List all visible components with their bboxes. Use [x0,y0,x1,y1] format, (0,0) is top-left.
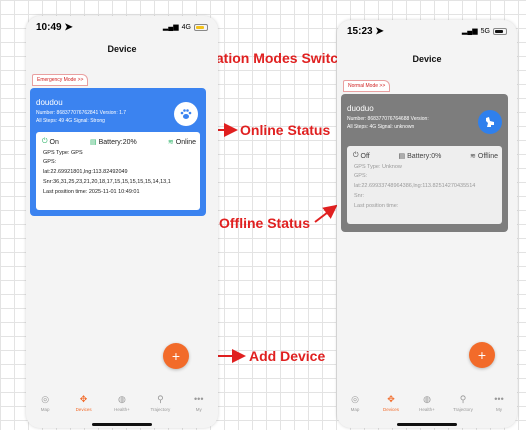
phone-screen-online: 10:49 ➤ ▂▄▆ 4G Device Emergency Mode >> … [26,16,218,428]
status-indicators: ▂▄▆ 5G [462,27,507,35]
tab-my[interactable]: ••• My [184,394,214,412]
device-name: duoduo [347,104,374,113]
map-pin-icon: ◎ [41,394,50,404]
signal-icon: ▂▄▆ [162,24,179,31]
tab-bar: ◎ Map ✥ Devices ◍ Health+ ⚲ Trajectory •… [26,394,218,420]
page-title: Device [107,44,137,54]
device-card-online[interactable]: doudou Number: 868377076762841 Version: … [30,88,206,216]
emergency-mode-switch[interactable]: Emergency Mode >> [32,74,89,86]
paw-icon: ✥ [387,394,395,404]
location-arrow-icon: ➤ [375,25,384,37]
tab-health[interactable]: ◍ Health+ [412,394,442,412]
device-steps-signal: All Steps: 4G Signal: unknown [347,124,415,130]
tab-map[interactable]: ◎ Map [340,394,370,412]
map-pin-icon: ◎ [351,394,359,404]
location-arrow-icon: ➤ [64,21,73,33]
device-avatar [478,110,502,134]
status-line: ⏻ On ▤ Battery:20% ≋ Online [42,138,196,146]
paw-icon [180,109,192,119]
status-bar: 10:49 ➤ ▂▄▆ 4G [26,16,218,38]
gps-coordinates: lat:22.69921801,lng:113.82492049 [43,169,128,175]
battery-icon [493,27,507,35]
status-time: 10:49 ➤ [36,21,73,33]
last-position-time: Last position time: 2025-11-01 10:49:01 [43,189,140,195]
gps-coordinates: lat:22.69933748964386,lng:113.8251427043… [354,183,476,189]
more-icon: ••• [194,394,204,404]
tab-map[interactable]: ◎ Map [30,394,60,412]
trajectory-icon: ⚲ [157,394,164,404]
tab-trajectory[interactable]: ⚲ Trajectory [448,394,478,412]
connection-status: ≋ Online [167,138,196,147]
wifi-icon: ≋ [470,153,476,160]
status-bar: 15:23 ➤ ▂▄▆ 5G [337,20,517,42]
device-number-version: Number: 868377076762841 Version: 1.7 [36,110,127,116]
add-device-button[interactable]: + [469,342,495,368]
tab-devices[interactable]: ✥ Devices [376,394,406,412]
device-steps-signal: All Steps: 49 4G Signal: Strong [36,118,105,124]
device-number-version: Number: 868377076764688 Version: [347,116,429,122]
health-icon: ◍ [118,394,126,404]
signal-icon: ▂▄▆ [461,28,478,35]
network-label: 5G [480,27,490,35]
online-status-annotation: Online Status [240,122,331,138]
offline-status-box: ⏻ Off ▤ Battery:0% ≋ Offline GPS Type: Unkn… [347,146,502,224]
normal-mode-switch[interactable]: Normal Mode >> [343,80,391,92]
more-icon: ••• [494,394,504,404]
tab-health[interactable]: ◍ Health+ [107,394,137,412]
tab-my[interactable]: ••• My [484,394,514,412]
status-line: ⏻ Off ▤ Battery:0% ≋ Offline [353,152,498,160]
status-indicators: ▂▄▆ 4G [163,23,208,31]
battery-level-icon: ▤ [398,153,406,160]
paw-icon: ✥ [79,394,88,404]
network-label: 4G [181,23,191,31]
home-indicator [397,423,457,426]
tab-trajectory[interactable]: ⚲ Trajectory [145,394,175,412]
phone-screen-offline: 15:23 ➤ ▂▄▆ 5G Device Normal Mode >> duo… [337,20,517,428]
page-title: Device [412,54,442,64]
wifi-icon: ≋ [167,139,174,146]
home-indicator [92,423,152,426]
gps-type: GPS Type: Unknow [354,164,402,170]
power-status: ⏻ On [42,138,59,146]
add-device-annotation: Add Device [249,348,326,364]
trajectory-icon: ⚲ [459,394,467,404]
gps-type: GPS Type: GPS [43,150,83,156]
battery-level-icon: ▤ [90,139,97,146]
gps-label: GPS: [43,159,57,165]
add-device-button[interactable]: + [163,343,189,369]
power-icon: ⏻ [42,138,48,145]
tab-bar: ◎ Map ✥ Devices ◍ Health+ ⚲ Trajectory •… [337,394,517,420]
status-time: 15:23 ➤ [347,25,384,37]
battery-status: ▤ Battery:0% [398,152,442,161]
offline-status-annotation: Offline Status [219,215,311,231]
gps-label: GPS: [354,173,368,179]
device-name: doudou [36,98,63,107]
battery-status: ▤ Battery:20% [90,138,137,147]
online-status-box: ⏻ On ▤ Battery:20% ≋ Online GPS Type: GPS G… [36,132,200,210]
arrow-offline-status [314,204,338,223]
snr-values: Snr:36,31,25,23,21,20,18,17,15,15,15,15,… [43,179,171,185]
last-position-time: Last position time: [354,203,399,209]
dog-icon [486,117,494,127]
health-icon: ◍ [423,394,431,404]
snr-values: Snr: [354,193,365,199]
connection-status: ≋ Offline [470,152,498,161]
power-status: ⏻ Off [353,152,370,160]
battery-icon [194,23,208,31]
tab-devices[interactable]: ✥ Devices [69,394,99,412]
device-avatar [174,102,198,126]
power-icon: ⏻ [353,152,359,159]
device-card-offline[interactable]: duoduo Number: 868377076764688 Version: … [341,94,508,232]
